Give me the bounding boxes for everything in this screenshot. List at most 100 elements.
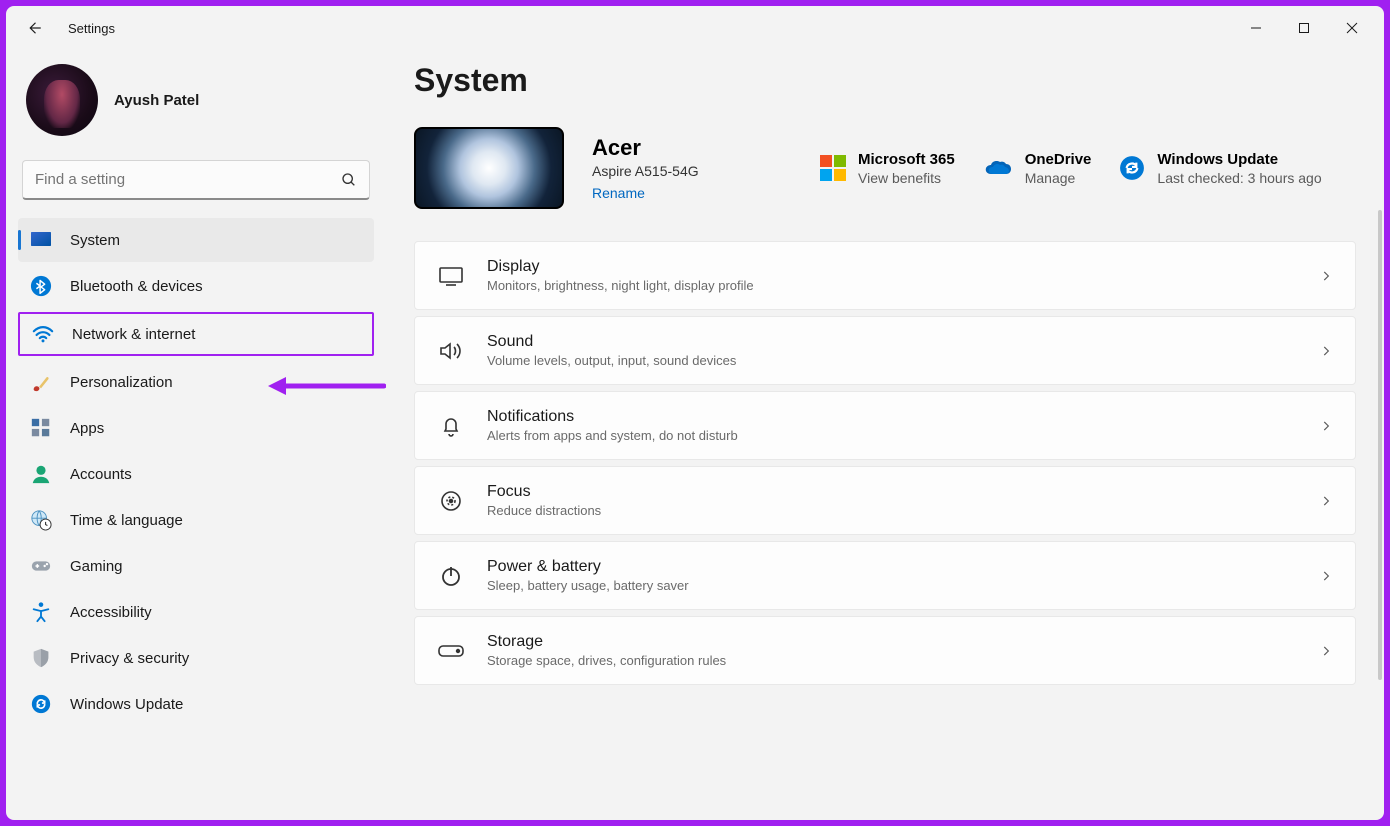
info-onedrive[interactable]: OneDrive Manage: [983, 151, 1092, 186]
back-arrow-icon: [25, 19, 43, 37]
storage-icon: [437, 637, 465, 665]
sidebar-item-apps[interactable]: Apps: [18, 406, 374, 450]
device-thumbnail[interactable]: [414, 127, 564, 209]
sidebar-item-label: System: [70, 232, 120, 249]
shield-icon: [30, 647, 52, 669]
sidebar-item-privacy[interactable]: Privacy & security: [18, 636, 374, 680]
card-display[interactable]: Display Monitors, brightness, night ligh…: [414, 241, 1356, 310]
page-title: System: [414, 62, 1356, 99]
rename-link[interactable]: Rename: [592, 185, 752, 201]
gamepad-icon: [30, 555, 52, 577]
sidebar: Ayush Patel System Bluetooth & de: [6, 50, 386, 820]
sidebar-item-personalization[interactable]: Personalization: [18, 360, 374, 404]
card-title: Notifications: [487, 408, 738, 426]
device-model: Aspire A515-54G: [592, 163, 752, 179]
content: System Acer Aspire A515-54G Rename Micro…: [386, 50, 1384, 820]
avatar: [26, 64, 98, 136]
sidebar-item-system[interactable]: System: [18, 218, 374, 262]
card-sound[interactable]: Sound Volume levels, output, input, soun…: [414, 316, 1356, 385]
display-icon: [437, 262, 465, 290]
sidebar-item-label: Bluetooth & devices: [70, 278, 203, 295]
scrollbar[interactable]: [1378, 210, 1382, 680]
chevron-right-icon: [1319, 344, 1333, 358]
sidebar-item-label: Privacy & security: [70, 650, 189, 667]
card-power[interactable]: Power & battery Sleep, battery usage, ba…: [414, 541, 1356, 610]
info-title: Microsoft 365: [858, 151, 955, 168]
accessibility-icon: [30, 601, 52, 623]
maximize-icon: [1298, 22, 1310, 34]
card-sub: Alerts from apps and system, do not dist…: [487, 428, 738, 443]
sidebar-item-network[interactable]: Network & internet: [18, 312, 374, 356]
system-icon: [30, 229, 52, 251]
info-sub: Manage: [1025, 170, 1092, 186]
card-notifications[interactable]: Notifications Alerts from apps and syste…: [414, 391, 1356, 460]
back-button[interactable]: [14, 8, 54, 48]
minimize-button[interactable]: [1232, 6, 1280, 50]
chevron-right-icon: [1319, 494, 1333, 508]
sidebar-nav: System Bluetooth & devices Network & int…: [18, 218, 374, 726]
update-icon: [30, 693, 52, 715]
info-microsoft365[interactable]: Microsoft 365 View benefits: [820, 151, 955, 186]
paintbrush-icon: [30, 371, 52, 393]
sidebar-item-gaming[interactable]: Gaming: [18, 544, 374, 588]
info-title: OneDrive: [1025, 151, 1092, 168]
info-sub: Last checked: 3 hours ago: [1157, 170, 1321, 186]
card-title: Sound: [487, 333, 736, 351]
onedrive-icon: [983, 158, 1013, 178]
close-icon: [1346, 22, 1358, 34]
info-windows-update[interactable]: Windows Update Last checked: 3 hours ago: [1119, 151, 1321, 186]
sidebar-item-time-language[interactable]: Time & language: [18, 498, 374, 542]
card-sub: Sleep, battery usage, battery saver: [487, 578, 689, 593]
sidebar-item-label: Accounts: [70, 466, 132, 483]
card-title: Storage: [487, 633, 726, 651]
sidebar-item-label: Network & internet: [72, 326, 195, 343]
power-icon: [437, 562, 465, 590]
apps-icon: [30, 417, 52, 439]
bell-icon: [437, 412, 465, 440]
sidebar-item-accessibility[interactable]: Accessibility: [18, 590, 374, 634]
bluetooth-icon: [30, 275, 52, 297]
card-sub: Reduce distractions: [487, 503, 601, 518]
info-sub: View benefits: [858, 170, 955, 186]
microsoft-logo-icon: [820, 155, 846, 181]
close-button[interactable]: [1328, 6, 1376, 50]
sidebar-item-label: Windows Update: [70, 696, 183, 713]
card-title: Display: [487, 258, 754, 276]
person-icon: [30, 463, 52, 485]
search-icon: [341, 172, 357, 188]
sidebar-item-label: Personalization: [70, 374, 173, 391]
sidebar-item-accounts[interactable]: Accounts: [18, 452, 374, 496]
sound-icon: [437, 337, 465, 365]
card-title: Power & battery: [487, 558, 689, 576]
device-row: Acer Aspire A515-54G Rename Microsoft 36…: [414, 127, 1356, 209]
chevron-right-icon: [1319, 644, 1333, 658]
search-box[interactable]: [22, 160, 370, 200]
card-sub: Volume levels, output, input, sound devi…: [487, 353, 736, 368]
search-input[interactable]: [35, 171, 341, 188]
card-sub: Storage space, drives, configuration rul…: [487, 653, 726, 668]
sidebar-item-label: Accessibility: [70, 604, 152, 621]
titlebar: Settings: [6, 6, 1384, 50]
username: Ayush Patel: [114, 92, 199, 109]
info-title: Windows Update: [1157, 151, 1321, 168]
device-info: Acer Aspire A515-54G Rename: [592, 135, 752, 201]
device-name: Acer: [592, 135, 752, 161]
card-sub: Monitors, brightness, night light, displ…: [487, 278, 754, 293]
user-block[interactable]: Ayush Patel: [18, 56, 374, 156]
settings-window: Settings Ayush Patel: [6, 6, 1384, 820]
chevron-right-icon: [1319, 419, 1333, 433]
main: Ayush Patel System Bluetooth & de: [6, 50, 1384, 820]
maximize-button[interactable]: [1280, 6, 1328, 50]
card-storage[interactable]: Storage Storage space, drives, configura…: [414, 616, 1356, 685]
update-icon: [1119, 155, 1145, 181]
minimize-icon: [1250, 22, 1262, 34]
card-focus[interactable]: Focus Reduce distractions: [414, 466, 1356, 535]
sidebar-item-label: Gaming: [70, 558, 123, 575]
chevron-right-icon: [1319, 269, 1333, 283]
sidebar-item-bluetooth[interactable]: Bluetooth & devices: [18, 264, 374, 308]
card-title: Focus: [487, 483, 601, 501]
sidebar-item-label: Time & language: [70, 512, 183, 529]
sidebar-item-windows-update[interactable]: Windows Update: [18, 682, 374, 726]
app-title: Settings: [68, 21, 115, 36]
window-controls: [1232, 6, 1376, 50]
